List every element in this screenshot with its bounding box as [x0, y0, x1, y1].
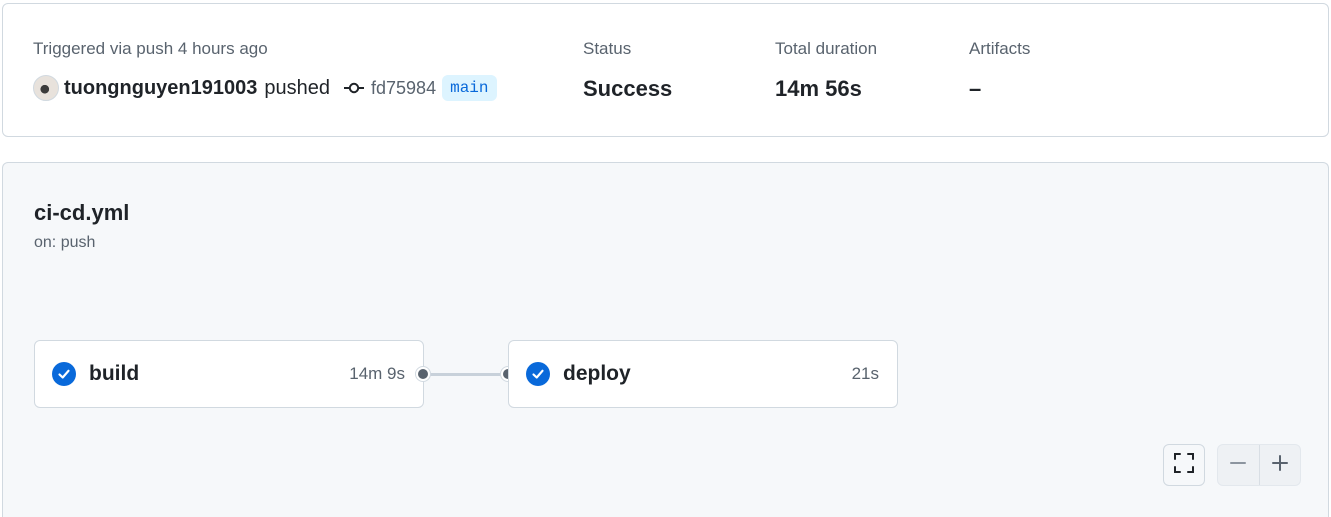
job-deploy[interactable]: deploy 21s: [508, 340, 898, 408]
action-text: pushed: [264, 76, 331, 99]
commit-sha-link[interactable]: fd75984: [371, 78, 436, 99]
check-circle-icon: [526, 362, 550, 386]
branch-badge[interactable]: main: [442, 75, 497, 101]
connector-dot-out: [415, 366, 431, 382]
minus-icon: [1229, 454, 1247, 477]
artifacts-value: –: [969, 76, 982, 101]
job-duration: 14m 9s: [349, 364, 405, 383]
triggered-text: Triggered via push 4 hours ago: [33, 39, 268, 58]
duration-label: Total duration: [775, 39, 878, 58]
job-name: build: [89, 362, 140, 385]
workflow-name: ci-cd.yml: [34, 200, 130, 225]
job-duration: 21s: [851, 364, 879, 383]
artifacts-column: Artifacts –: [969, 38, 1030, 103]
duration-column: Total duration 14m 56s: [775, 38, 877, 103]
duration-value: 14m 56s: [775, 76, 862, 101]
artifacts-label: Artifacts: [969, 39, 1031, 58]
zoom-out-button[interactable]: [1218, 445, 1259, 485]
username-link[interactable]: tuongnguyen191003: [64, 77, 257, 100]
job-name: deploy: [563, 362, 631, 385]
fullscreen-button[interactable]: [1163, 444, 1205, 486]
trigger-row: tuongnguyen191003 pushed fd75984 main: [33, 73, 497, 103]
job-connector: [423, 373, 509, 376]
status-column: Status Success: [583, 38, 672, 103]
git-commit-icon: [344, 81, 365, 95]
zoom-in-button[interactable]: [1259, 445, 1300, 485]
workflow-graph[interactable]: ci-cd.yml on: push build 14m 9s deploy 2…: [2, 162, 1329, 517]
check-circle-icon: [52, 362, 76, 386]
trigger-column: Triggered via push 4 hours ago tuongnguy…: [33, 38, 497, 103]
status-value: Success: [583, 76, 673, 101]
workflow-trigger: on: push: [34, 234, 96, 251]
zoom-controls: [1217, 444, 1301, 486]
run-summary-card: Triggered via push 4 hours ago tuongnguy…: [2, 3, 1329, 137]
status-label: Status: [583, 39, 632, 58]
job-build[interactable]: build 14m 9s: [34, 340, 424, 408]
avatar[interactable]: [33, 75, 59, 101]
fullscreen-icon: [1173, 452, 1195, 479]
plus-icon: [1271, 454, 1289, 477]
